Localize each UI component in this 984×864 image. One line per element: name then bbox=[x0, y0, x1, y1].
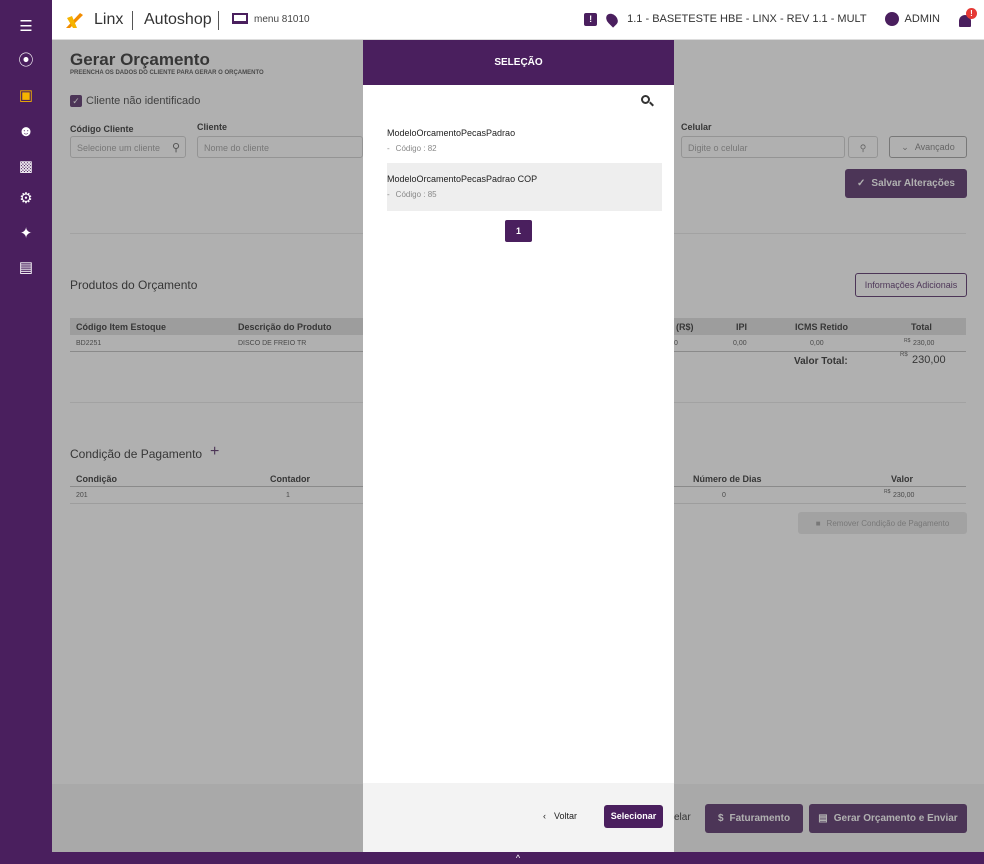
item-code: Código : 82 bbox=[395, 144, 437, 153]
search-icon[interactable] bbox=[641, 95, 654, 107]
notification-badge: ! bbox=[966, 8, 977, 19]
product-name: Autoshop bbox=[144, 11, 212, 28]
company-label[interactable]: 1.1 - BASETESTE HBE - LINX - REV 1.1 - M… bbox=[627, 13, 866, 25]
item-name: ModeloOrcamentoPecasPadrao COP bbox=[387, 174, 538, 184]
compass-icon[interactable]: ⦿ bbox=[16, 51, 36, 71]
brand-name: Linx bbox=[94, 11, 124, 28]
user-name[interactable]: ADMIN bbox=[905, 13, 940, 25]
location-pin-icon bbox=[603, 10, 621, 28]
menu-icon[interactable]: ☰ bbox=[16, 17, 36, 37]
user-search-icon[interactable]: ☻ bbox=[16, 122, 36, 142]
user-icon bbox=[884, 12, 899, 26]
gear-icon[interactable]: ⚙ bbox=[16, 189, 36, 209]
chevron-left-icon: ‹ bbox=[543, 811, 546, 821]
list-item[interactable]: ModeloOrcamentoPecasPadrao - Código : 82 bbox=[387, 118, 662, 166]
item-name: ModeloOrcamentoPecasPadrao bbox=[387, 128, 516, 138]
report-icon[interactable]: ▤ bbox=[16, 258, 36, 278]
menu-code: menu 81010 bbox=[254, 14, 310, 25]
sparkle-icon[interactable]: ✦ bbox=[16, 224, 36, 244]
item-code-prefix: - bbox=[387, 144, 390, 153]
list-item[interactable]: ModeloOrcamentoPecasPadrao COP - Código :… bbox=[387, 163, 662, 211]
feedback-icon[interactable]: ! bbox=[584, 12, 598, 26]
brand-divider bbox=[218, 11, 219, 30]
select-button[interactable]: Selecionar bbox=[604, 805, 663, 828]
bottom-toggle[interactable]: ^ bbox=[52, 852, 984, 864]
back-button[interactable]: ‹ Voltar bbox=[543, 811, 577, 821]
laptop-icon bbox=[232, 13, 248, 24]
topbar-right: ! 1.1 - BASETESTE HBE - LINX - REV 1.1 -… bbox=[584, 8, 977, 28]
selection-modal: SELEÇÃO ModeloOrcamentoPecasPadrao - Códi… bbox=[363, 40, 674, 852]
linx-logo-icon bbox=[66, 13, 83, 28]
item-code: Código : 85 bbox=[395, 190, 437, 199]
monitor-icon[interactable]: ▩ bbox=[16, 157, 36, 177]
pagination-page[interactable]: 1 bbox=[505, 220, 532, 242]
modal-footer: ‹ Voltar Selecionar bbox=[363, 783, 674, 852]
item-code-prefix: - bbox=[387, 190, 390, 199]
clipboard-icon[interactable]: ▣ bbox=[16, 86, 36, 106]
topbar: Linx Autoshop menu 81010 ! 1.1 - BASETES… bbox=[52, 0, 984, 40]
brand-divider bbox=[132, 11, 133, 30]
modal-title: SELEÇÃO bbox=[363, 40, 674, 85]
sidebar: ☰ ⦿ ▣ ☻ ▩ ⚙ ✦ ▤ bbox=[0, 0, 52, 864]
bell-icon[interactable]: ! bbox=[958, 8, 977, 27]
